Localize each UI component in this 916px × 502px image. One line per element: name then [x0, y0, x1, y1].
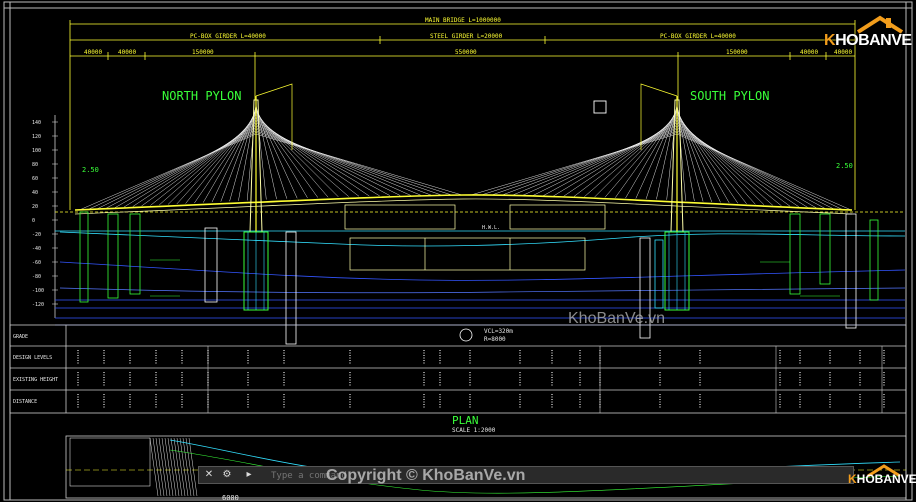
table-values: [77, 346, 885, 413]
stay-cable: [676, 122, 791, 207]
soil-layer-1: [59, 261, 906, 281]
north-pylon-label: NORTH PYLON: [162, 89, 241, 103]
elev-tick-label: -20: [32, 232, 41, 238]
wl-label: H.W.L.: [482, 225, 500, 231]
radius-label: R=8000: [484, 336, 506, 343]
level-lines: [55, 211, 905, 326]
elev-tick-label: 60: [32, 176, 38, 182]
dim-mid: 550000: [455, 49, 477, 56]
stay-cable: [470, 133, 678, 196]
dim-right-1: 150000: [726, 49, 748, 56]
stay-cable: [255, 133, 463, 196]
stay-cable: [88, 132, 257, 210]
elev-tick-label: 40: [32, 190, 38, 196]
table-row-label: DESIGN LEVELS: [13, 355, 52, 361]
label-girder-right: PC-BOX GIRDER L=40000: [660, 33, 736, 40]
elev-tick-label: 140: [32, 120, 41, 126]
command-line-bar[interactable]: ✕ ⚙ ▸: [198, 466, 854, 484]
elev-tick-label: -40: [32, 246, 41, 252]
girder-outline: [344, 204, 606, 271]
elev-tick-label: -60: [32, 260, 41, 266]
stay-cable: [106, 129, 257, 209]
stay-cable: [676, 130, 834, 210]
stay-cable: [132, 124, 257, 207]
logo2-text: KHOBANVE: [848, 472, 916, 486]
settings-icon[interactable]: ⚙: [221, 469, 233, 481]
watermark-text: KhoBanVe.vn: [568, 310, 665, 327]
title-main-bridge: MAIN BRIDGE L=1000000: [425, 17, 501, 24]
dim-left-2: 40000: [118, 49, 136, 56]
stay-cable: [491, 130, 678, 196]
elev-tick-label: 0: [32, 218, 35, 224]
stay-cable: [573, 117, 678, 197]
grade-right: 2.50: [836, 162, 853, 170]
stay-cable: [255, 125, 411, 196]
dim-right-2: 40000: [800, 49, 818, 56]
logo-text: KHOBANVE: [824, 32, 912, 49]
elev-tick-label: 80: [32, 162, 38, 168]
vcl-label: VCL=320m: [484, 328, 513, 335]
plan-scale: SCALE 1:2000: [452, 427, 496, 434]
elev-tick-label: 100: [32, 148, 41, 154]
plan-title: PLAN: [452, 414, 479, 427]
stay-cable: [255, 121, 380, 197]
profile-table: [9, 324, 907, 414]
elev-tick-label: -120: [32, 302, 44, 308]
table-row-label: GRADE: [13, 334, 28, 340]
stay-cable: [255, 124, 401, 196]
elev-tick-label: -80: [32, 274, 41, 280]
stay-cable: [512, 127, 678, 196]
khobanve-logo-small: KHOBANVE: [846, 464, 916, 494]
cad-drawing-canvas[interactable]: MAIN BRIDGE L=1000000 PC-BOX GIRDER L=40…: [0, 0, 916, 502]
stay-cable: [97, 130, 257, 209]
stay-cable: [255, 130, 442, 196]
stay-cable: [676, 125, 808, 208]
stay-cable: [141, 122, 257, 207]
dim-bottom: 6000: [222, 494, 239, 502]
stay-cable: [522, 125, 678, 196]
stay-cable: [676, 127, 817, 209]
elev-tick-label: 120: [32, 134, 41, 140]
vertical-curve-marker: [459, 328, 473, 342]
elevation-axis: 140 120 100 80 60 40 20 0 -20 -40 -60 -80 -100 -120: [32, 115, 58, 318]
stay-cable: [676, 119, 773, 206]
stay-cable: [159, 119, 257, 206]
stay-cable: [542, 122, 678, 196]
south-pylon-label: SOUTH PYLON: [690, 89, 769, 103]
soil-annotations: [150, 259, 840, 297]
side-piers: [79, 211, 879, 345]
soil-layer-2: [59, 287, 906, 294]
river-bed: [59, 231, 906, 247]
stay-cable: [532, 124, 678, 196]
copyright-watermark: Copyright © KhoBanVe.vn: [326, 467, 526, 484]
stay-cable: [676, 133, 852, 211]
stay-cable: [676, 132, 843, 210]
elev-tick-label: -100: [32, 288, 44, 294]
stay-cable: [255, 127, 421, 196]
command-prompt-icon: ▸: [246, 469, 252, 480]
stay-cables: [79, 103, 852, 211]
stay-cable: [115, 127, 257, 208]
close-icon[interactable]: ✕: [203, 469, 215, 481]
dim-left-1: 40000: [84, 49, 102, 56]
label-girder-left: PC-BOX GIRDER L=40000: [190, 33, 266, 40]
table-row-label: EXISTING HEIGHT: [13, 377, 58, 383]
table-row-label: DISTANCE: [13, 399, 37, 405]
north-pylon: [243, 83, 293, 311]
label-girder-mid: STEEL GIRDER L=20000: [430, 33, 503, 40]
stay-cable: [123, 125, 257, 208]
stay-cable: [676, 124, 799, 207]
stay-cable: [676, 129, 826, 209]
elev-tick-label: 20: [32, 204, 38, 210]
dim-left-3: 150000: [192, 49, 214, 56]
khobanve-logo: KHOBANVE: [818, 14, 912, 58]
cursor-pickbox[interactable]: [593, 100, 607, 114]
stay-cable: [79, 133, 257, 210]
bridge-deck: [74, 194, 853, 211]
grade-left: 2.50: [82, 166, 99, 174]
stay-cable: [255, 117, 360, 197]
stay-cable: [553, 121, 678, 197]
stay-cable: [255, 122, 391, 196]
